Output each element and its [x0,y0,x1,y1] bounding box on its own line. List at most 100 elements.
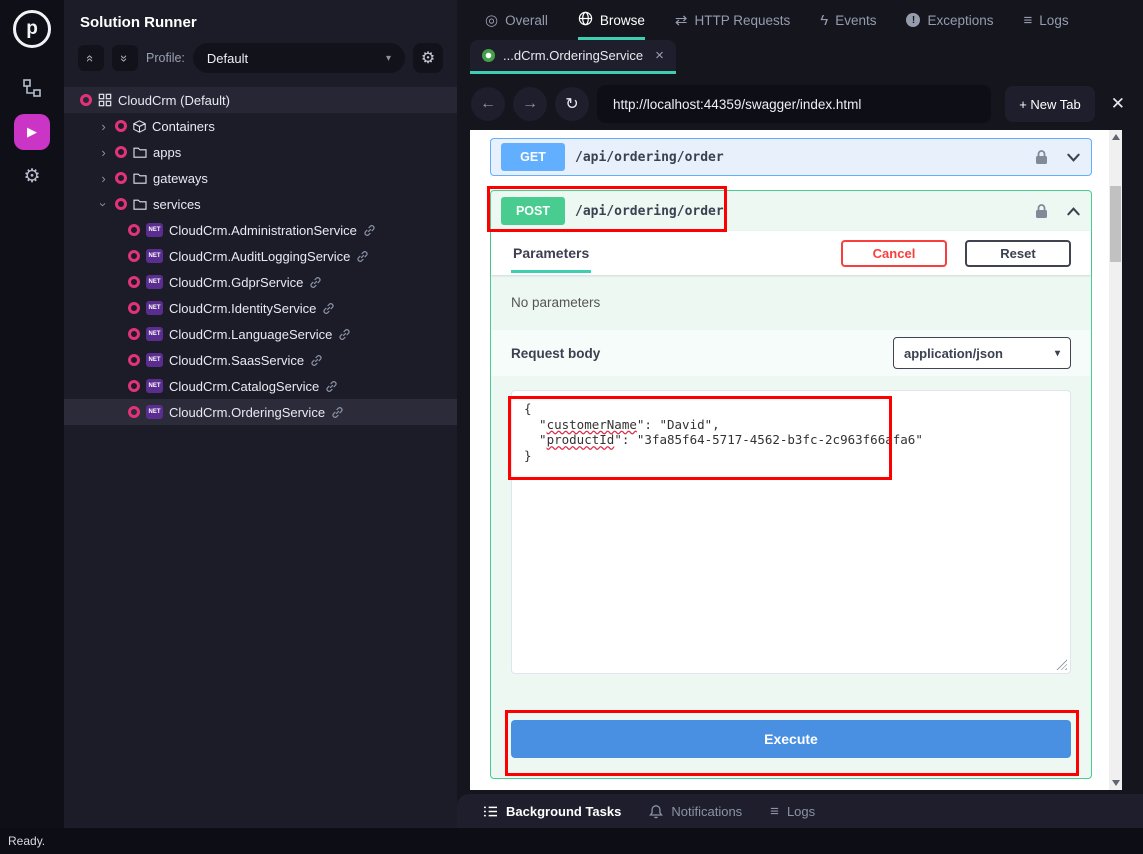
tree-item-label: apps [153,145,181,160]
link-icon[interactable] [309,276,322,289]
reset-button[interactable]: Reset [965,240,1071,267]
execute-button[interactable]: Execute [511,720,1071,758]
solution-tree: CloudCrm (Default) › Containers › apps › [64,87,457,425]
tab-logs[interactable]: ≡ Logs [1024,0,1069,40]
icon-rail: p ▶ ⚙ [0,0,64,828]
chevron-up-icon[interactable] [1066,204,1081,219]
browser-tab-ordering-service[interactable]: ...dCrm.OrderingService × [470,40,676,74]
post-endpoint-header[interactable]: POST /api/ordering/order [491,191,1091,231]
app-window: p ▶ ⚙ Solution Runner « » Profile: Defau… [0,0,1143,854]
link-icon[interactable] [310,354,323,367]
status-dot [128,302,140,314]
content-type-dropdown[interactable]: application/json ▾ [893,337,1071,369]
request-body-editor[interactable]: { "customerName": "David", "productId": … [511,390,1071,674]
close-tab-icon[interactable]: × [655,47,664,64]
solution-tree-icon[interactable] [14,74,50,102]
bell-icon [649,804,663,819]
chevron-right-icon[interactable]: › [98,171,109,186]
chevron-right-icon[interactable]: › [98,119,109,134]
tree-item-identity-service[interactable]: NET CloudCrm.IdentityService [64,295,457,321]
browser-nav-bar: ← → ↻ http://localhost:44359/swagger/ind… [457,82,1143,126]
tree-item-label: CloudCrm.AuditLoggingService [169,249,350,264]
tree-item-administration-service[interactable]: NET CloudCrm.AdministrationService [64,217,457,243]
collapse-all-button[interactable]: « [78,45,104,71]
expand-all-button[interactable]: » [112,45,138,71]
tree-item-label: CloudCrm.SaasService [169,353,304,368]
background-tasks-button[interactable]: Background Tasks [483,804,621,819]
detail-tab-bar: ◎ Overall Browse ⇄ HTTP Requests ϟ Event… [457,0,1143,40]
chevron-right-icon[interactable]: › [98,145,109,160]
tasks-icon [483,805,498,818]
exclamation-circle-icon: ! [906,13,920,27]
scroll-up-icon[interactable] [1112,134,1120,140]
link-icon[interactable] [325,380,338,393]
tab-label: HTTP Requests [694,13,790,28]
new-tab-button[interactable]: + New Tab [1005,86,1095,122]
request-body-section-header: Request body application/json ▾ [491,330,1091,376]
dotnet-icon: NET [146,327,163,341]
run-button[interactable]: ▶ [14,114,50,150]
refresh-icon: ↻ [565,94,578,114]
tree-item-gdpr-service[interactable]: NET CloudCrm.GdprService [64,269,457,295]
chevron-down-icon[interactable]: › [96,199,111,210]
folder-icon [133,198,147,210]
tab-overall[interactable]: ◎ Overall [485,0,548,40]
tree-item-label: Containers [152,119,215,134]
status-dot [128,354,140,366]
get-order-endpoint[interactable]: GET /api/ordering/order [490,138,1092,176]
link-icon[interactable] [331,406,344,419]
tree-item-gateways[interactable]: › gateways [64,165,457,191]
get-method-badge: GET [501,143,565,171]
status-dot [80,94,92,106]
detach-tab-icon[interactable]: ✕ [1111,94,1125,114]
tree-item-ordering-service[interactable]: NET CloudCrm.OrderingService [64,399,457,425]
dotnet-icon: NET [146,223,163,237]
tree-item-label: CloudCrm.GdprService [169,275,303,290]
settings-icon[interactable]: ⚙ [14,162,50,190]
tree-root-cloudcrm[interactable]: CloudCrm (Default) [64,87,457,113]
list-lines-icon: ≡ [1024,13,1033,28]
link-icon[interactable] [363,224,376,237]
profile-settings-button[interactable]: ⚙ [413,43,443,73]
address-bar[interactable]: http://localhost:44359/swagger/index.htm… [597,85,991,123]
dotnet-icon: NET [146,405,163,419]
tree-item-catalog-service[interactable]: NET CloudCrm.CatalogService [64,373,457,399]
bottom-item-label: Logs [787,804,815,819]
tab-exceptions[interactable]: ! Exceptions [906,0,993,40]
tree-item-containers[interactable]: › Containers [64,113,457,139]
logs-button[interactable]: ≡ Logs [770,804,815,819]
double-chevron-down-icon: » [117,54,132,61]
tab-events[interactable]: ϟ Events [820,0,876,40]
link-icon[interactable] [356,250,369,263]
list-lines-icon: ≡ [770,804,779,819]
resize-grip-icon[interactable] [1056,659,1067,670]
lightning-icon: ϟ [820,13,828,28]
tree-item-language-service[interactable]: NET CloudCrm.LanguageService [64,321,457,347]
request-body-editor-wrap: { "customerName": "David", "productId": … [491,376,1091,674]
tree-item-apps[interactable]: › apps [64,139,457,165]
chevron-down-icon[interactable] [1066,150,1081,165]
link-icon[interactable] [338,328,351,341]
back-button[interactable]: ← [471,87,505,121]
tree-item-services[interactable]: › services [64,191,457,217]
dotnet-icon: NET [146,353,163,367]
link-icon[interactable] [322,302,335,315]
lock-icon[interactable] [1035,149,1048,165]
scrollbar-thumb[interactable] [1110,186,1121,262]
profile-label: Profile: [146,51,185,65]
scroll-down-icon[interactable] [1112,780,1120,786]
chevron-down-icon: ▾ [1055,348,1060,359]
tree-item-auditlogging-service[interactable]: NET CloudCrm.AuditLoggingService [64,243,457,269]
forward-button[interactable]: → [513,87,547,121]
tab-browse[interactable]: Browse [578,0,645,40]
tab-http-requests[interactable]: ⇄ HTTP Requests [675,0,790,40]
refresh-button[interactable]: ↻ [555,87,589,121]
notifications-button[interactable]: Notifications [649,804,742,819]
lock-icon[interactable] [1035,203,1048,219]
status-dot [115,146,127,158]
cancel-button[interactable]: Cancel [841,240,947,267]
tree-item-label: CloudCrm.LanguageService [169,327,332,342]
tree-item-saas-service[interactable]: NET CloudCrm.SaasService [64,347,457,373]
logo-letter: p [26,18,38,40]
profile-dropdown[interactable]: Default ▾ [193,43,405,73]
